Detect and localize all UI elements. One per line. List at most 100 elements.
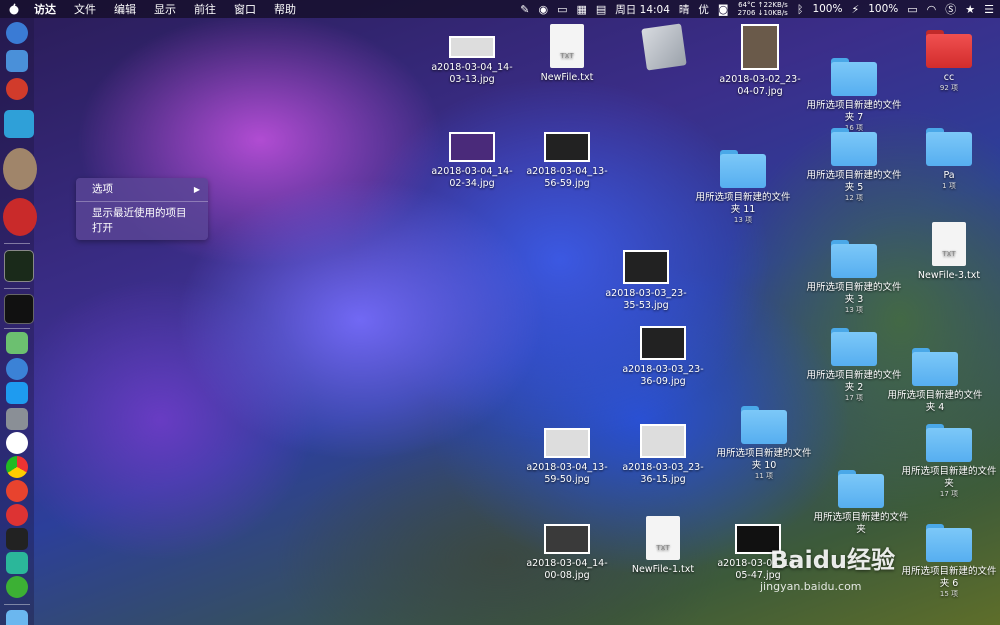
desktop-file-icon[interactable]: a2018-03-04_14-02-34.jpg [424, 132, 520, 190]
dock-console-icon[interactable] [6, 528, 28, 550]
dock-app-green-icon[interactable] [6, 552, 28, 574]
folder-label: Pa [943, 170, 955, 181]
dock-app-icon[interactable] [6, 78, 28, 100]
desktop-folder-icon[interactable]: 用所选项目新建的文件夹 5 12 项 [806, 128, 902, 203]
system-monitor[interactable]: 64°C ↑22KB/s 2706 ↓10KB/s [738, 1, 788, 17]
item-count: 12 项 [844, 194, 864, 202]
menu-edit[interactable]: 编辑 [114, 1, 136, 17]
desktop-folder-icon[interactable]: 用所选项目新建的文件夹 7 16 项 [806, 58, 902, 133]
app-s-icon[interactable]: Ⓢ [945, 1, 956, 17]
menu-help[interactable]: 帮助 [274, 1, 296, 17]
grid-icon[interactable]: ▦ [576, 3, 586, 16]
menu-file[interactable]: 文件 [74, 1, 96, 17]
camera-icon[interactable]: ◙ [718, 3, 729, 16]
desktop-folder-icon[interactable]: 用所选项目新建的文件夹 3 13 项 [806, 240, 902, 315]
folder-icon [831, 58, 877, 96]
wifi-icon[interactable]: ◠ [927, 3, 937, 16]
dock-safari-icon[interactable] [6, 22, 28, 44]
desktop-file-icon[interactable]: a2018-03-03_23-35-53.jpg [598, 250, 694, 312]
display-icon[interactable]: ▭ [557, 3, 567, 16]
dock-vivaldi-icon[interactable] [6, 504, 28, 526]
net-down: ↓10KB/s [757, 9, 788, 17]
desktop-folder-icon[interactable]: 用所选项目新建的文件夹 [813, 470, 909, 536]
dock-chrome-icon[interactable] [6, 456, 28, 478]
context-menu-options[interactable]: 选项 ▶ [76, 182, 208, 197]
desktop-file-icon[interactable]: a2018-03-03_23-36-09.jpg [615, 326, 711, 388]
menu-go[interactable]: 前往 [194, 1, 216, 17]
dock-folder-icon[interactable] [6, 610, 28, 625]
desktop-folder-icon[interactable]: 用所选项目新建的文件夹 11 13 项 [695, 150, 791, 225]
dock-terminal-icon[interactable] [4, 294, 34, 324]
image-thumbnail [449, 132, 495, 162]
folder-label: 用所选项目新建的文件夹 [901, 466, 997, 489]
star-icon[interactable]: ★ [965, 3, 975, 16]
dock-photo-icon[interactable] [6, 50, 28, 72]
folder-icon [831, 328, 877, 366]
file-label: NewFile.txt [540, 72, 594, 83]
dock-wechat-icon[interactable] [6, 576, 28, 598]
file-label: a2018-03-04_14-02-34.jpg [431, 166, 513, 189]
desktop-folder-icon[interactable]: Pa 1 项 [901, 128, 997, 191]
layout-icon[interactable]: ▤ [596, 3, 606, 16]
desktop-file-icon[interactable]: a2018-03-04_13-56-59.jpg [519, 132, 615, 190]
input-method[interactable]: 优 [698, 2, 709, 17]
folder-icon [831, 128, 877, 166]
image-thumbnail [544, 524, 590, 554]
file-label: a2018-03-03_23-36-09.jpg [622, 364, 704, 387]
dock-yandex-icon[interactable] [6, 432, 28, 454]
desktop-file-icon[interactable]: a2018-03-02_23-04-07.jpg [712, 24, 808, 98]
battery-icon[interactable]: ▭ [907, 3, 917, 16]
dock-maps-icon[interactable] [6, 332, 28, 354]
dock-preferences-icon[interactable] [6, 408, 28, 430]
wechat-icon[interactable]: ◉ [538, 3, 548, 16]
apple-icon[interactable] [8, 3, 20, 15]
dock-migration-icon[interactable] [4, 110, 34, 138]
flash-icon: ⚡ [851, 2, 860, 16]
desktop-folder-icon[interactable]: 用所选项目新建的文件夹 10 11 项 [716, 406, 812, 481]
folder-icon [926, 424, 972, 462]
item-count: 1 项 [942, 182, 956, 190]
context-menu-open[interactable]: 打开 [76, 221, 208, 236]
desktop-file-icon[interactable]: NewFile.txt [519, 24, 615, 84]
desktop-file-icon[interactable]: a2018-03-04_14-00-08.jpg [519, 524, 615, 582]
context-menu-show-recent[interactable]: 显示最近使用的项目 [76, 206, 208, 221]
menubar: 访达 文件 编辑 显示 前往 窗口 帮助 ✎ ◉ ▭ ▦ ▤ 周日 14:04 … [0, 0, 1000, 18]
context-menu-separator [76, 201, 208, 202]
desktop-folder-icon[interactable]: 用所选项目新建的文件夹 4 [887, 348, 983, 414]
dock-shell-icon[interactable] [3, 148, 37, 190]
desktop-file-icon[interactable]: NewFile-3.txt [901, 222, 997, 282]
menu-app-name[interactable]: 访达 [34, 1, 56, 17]
dock-separator [4, 288, 30, 289]
desktop-folder-icon[interactable]: 用所选项目新建的文件夹 17 项 [901, 424, 997, 499]
file-label: a2018-03-02_23-04-07.jpg [719, 74, 801, 97]
battery-level[interactable]: 100% [868, 3, 898, 15]
folder-label: 用所选项目新建的文件夹 3 [806, 282, 902, 305]
clock[interactable]: 周日 14:04 [615, 2, 670, 17]
folder-label: cc [943, 72, 955, 83]
desktop-file-icon[interactable]: a2018-03-04_13-59-50.jpg [519, 428, 615, 486]
file-label: a2018-03-04_13-59-50.jpg [526, 462, 608, 485]
context-menu-options-label: 选项 [92, 183, 113, 195]
volume-level[interactable]: 100% [812, 3, 842, 15]
dock-mail-icon[interactable] [3, 198, 37, 236]
weather[interactable]: 晴 [679, 2, 690, 17]
bluetooth-icon[interactable]: ᛒ [797, 3, 804, 16]
desktop-folder-icon[interactable]: cc 92 项 [901, 30, 997, 93]
menu-view[interactable]: 显示 [154, 1, 176, 17]
image-thumbnail [449, 36, 495, 58]
dock-weibo-icon[interactable] [6, 480, 28, 502]
desktop-app-icon[interactable] [616, 23, 712, 72]
dock-separator [4, 604, 30, 605]
folder-label: 用所选项目新建的文件夹 10 [716, 448, 812, 471]
dock-appstore-icon[interactable] [6, 382, 28, 404]
list-icon[interactable]: ☰ [984, 3, 994, 16]
dock-siri-icon[interactable] [6, 358, 28, 380]
desktop-folder-icon[interactable]: 用所选项目新建的文件夹 6 15 项 [901, 524, 997, 599]
desktop-file-icon[interactable]: a2018-03-04_14-03-13.jpg [424, 36, 520, 86]
desktop-file-icon[interactable]: NewFile-1.txt [615, 516, 711, 576]
dock-activity-monitor-icon[interactable] [4, 250, 34, 282]
folder-icon [926, 30, 972, 68]
desktop-file-icon[interactable]: a2018-03-03_23-36-15.jpg [615, 424, 711, 486]
pen-icon[interactable]: ✎ [520, 3, 529, 16]
menu-window[interactable]: 窗口 [234, 1, 256, 17]
